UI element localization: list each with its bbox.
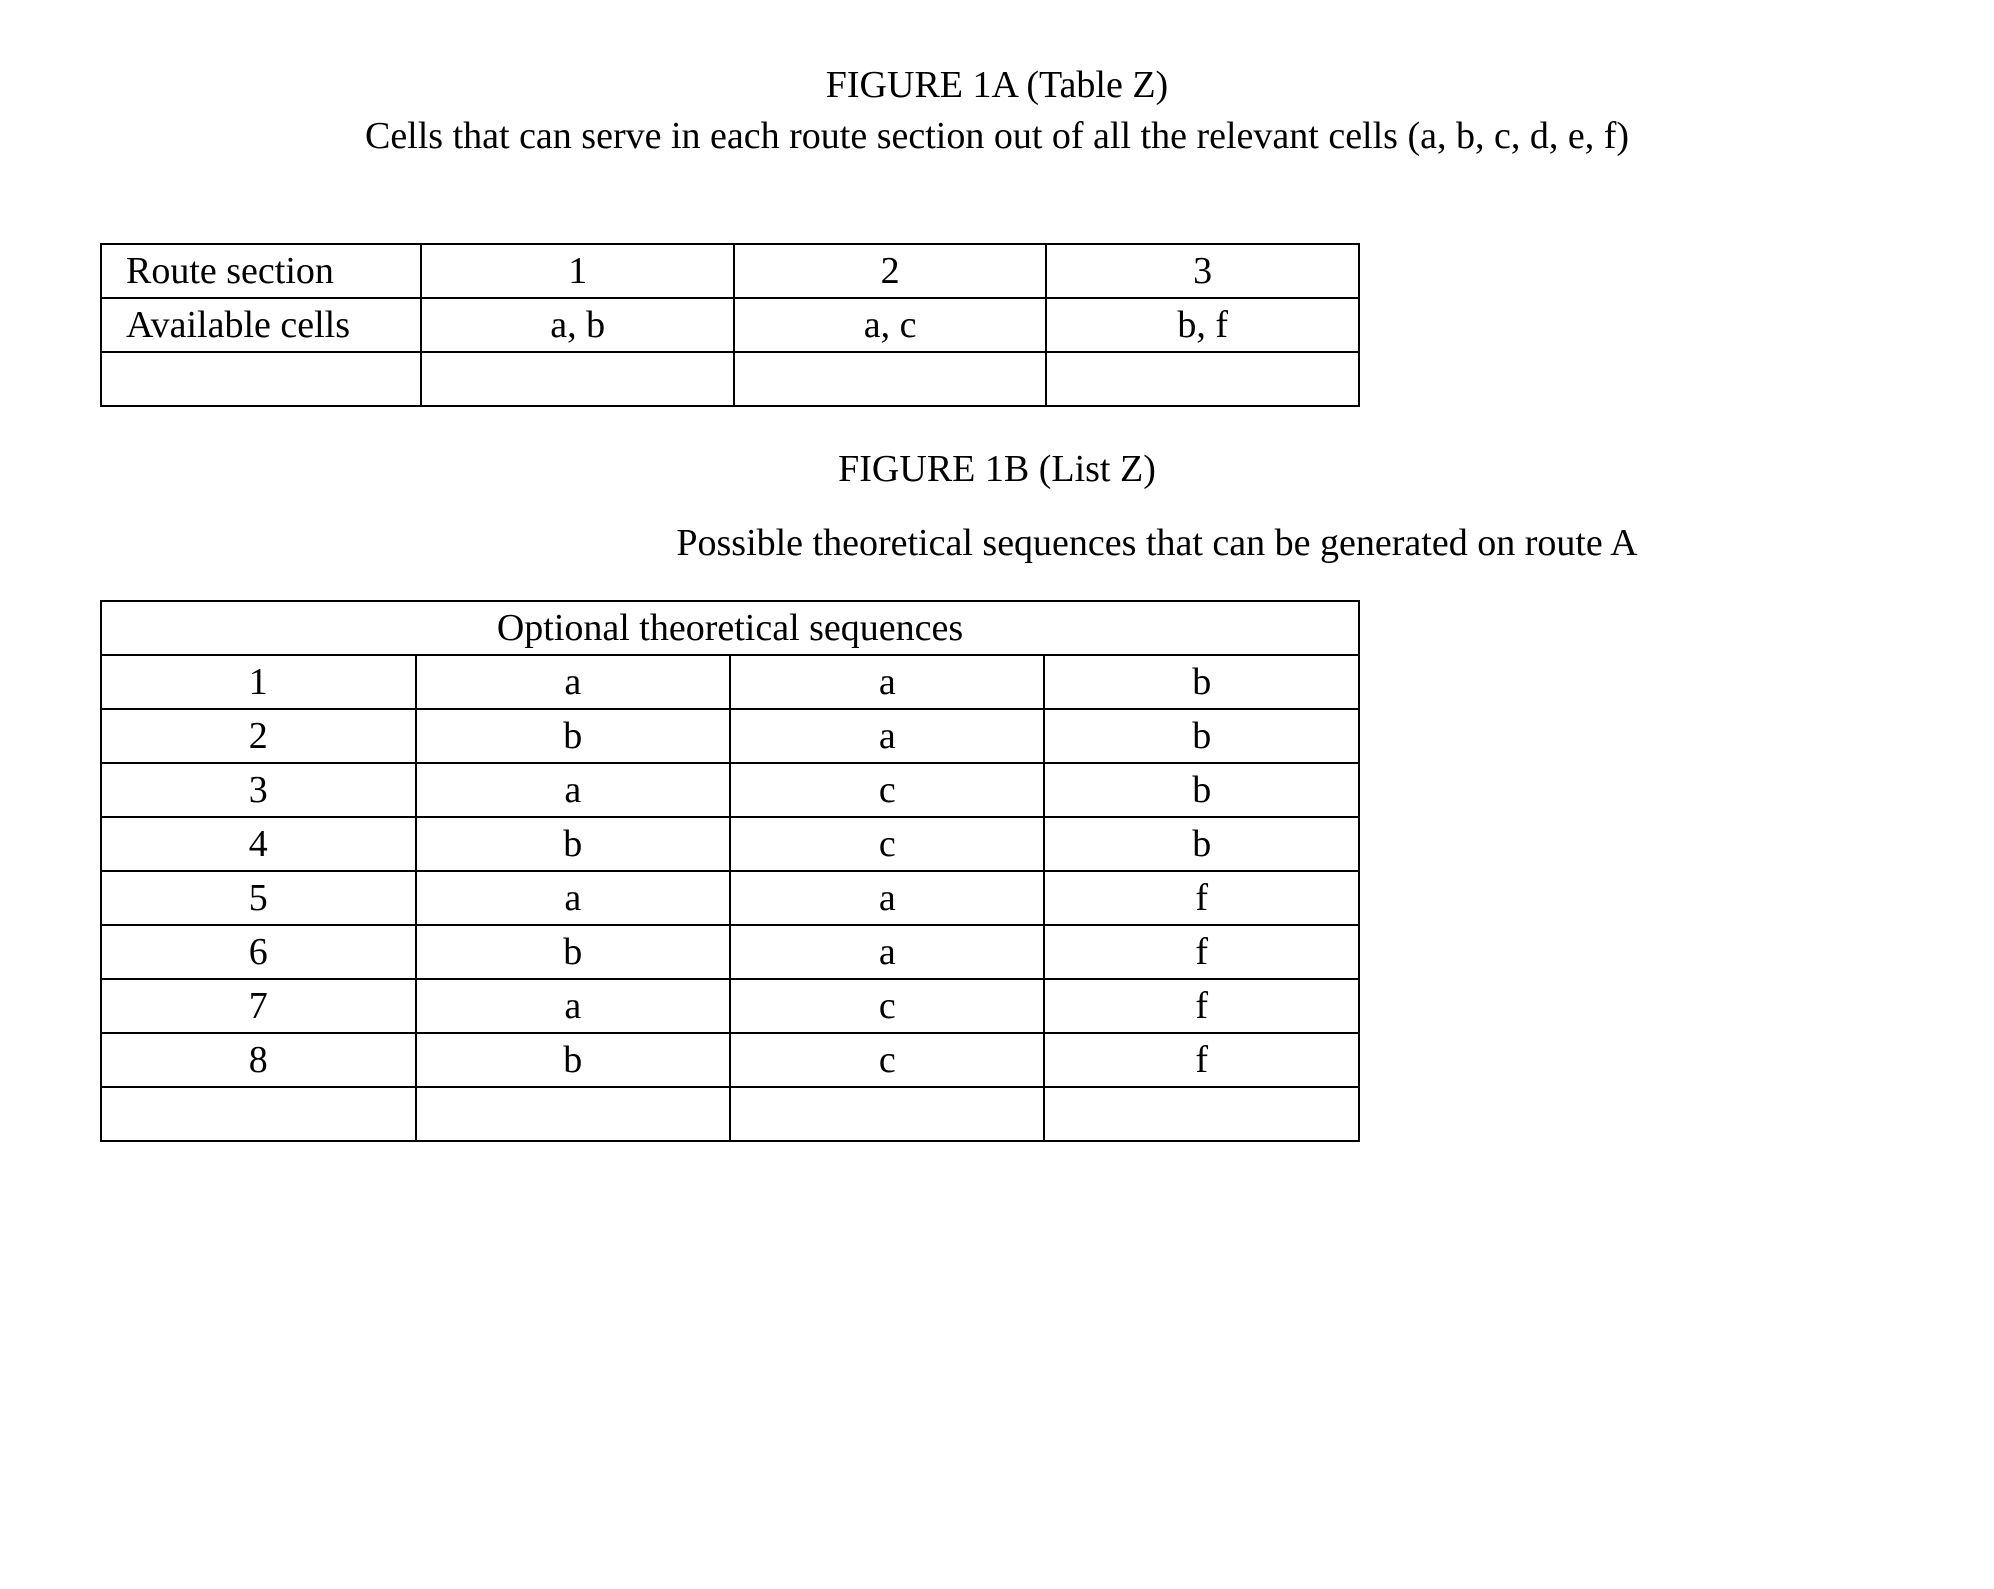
cell: b	[1044, 709, 1359, 763]
cell: b	[1044, 817, 1359, 871]
cell: b, f	[1046, 298, 1359, 352]
cell: f	[1044, 1033, 1359, 1087]
cell	[416, 1087, 731, 1141]
cell: a	[416, 871, 731, 925]
cell	[730, 1087, 1044, 1141]
cell	[101, 1087, 416, 1141]
cell: a	[730, 709, 1044, 763]
cell: 7	[101, 979, 416, 1033]
cell: b	[416, 925, 731, 979]
list-z: Optional theoretical sequences 1 a a b 2…	[100, 600, 1360, 1142]
cell: b	[416, 709, 731, 763]
table-row: 3 a c b	[101, 763, 1359, 817]
figure-b-title: FIGURE 1B (List Z)	[100, 447, 1894, 491]
cell: a	[730, 655, 1044, 709]
cell: 6	[101, 925, 416, 979]
cell: a, c	[734, 298, 1046, 352]
cell-label	[101, 352, 421, 406]
cell: a, b	[421, 298, 733, 352]
cell: 2	[734, 244, 1046, 298]
table-row	[101, 352, 1359, 406]
cell	[1046, 352, 1359, 406]
table-header: Optional theoretical sequences	[101, 601, 1359, 655]
cell: c	[730, 817, 1044, 871]
table-row: 8 b c f	[101, 1033, 1359, 1087]
cell: a	[730, 871, 1044, 925]
table-row: 6 b a f	[101, 925, 1359, 979]
cell: 2	[101, 709, 416, 763]
cell: 1	[101, 655, 416, 709]
cell: 8	[101, 1033, 416, 1087]
cell: c	[730, 1033, 1044, 1087]
cell-label: Route section	[101, 244, 421, 298]
table-row: Route section 1 2 3	[101, 244, 1359, 298]
cell: 1	[421, 244, 733, 298]
table-row: 1 a a b	[101, 655, 1359, 709]
table-row: Available cells a, b a, c b, f	[101, 298, 1359, 352]
table-row: 5 a a f	[101, 871, 1359, 925]
table-z: Route section 1 2 3 Available cells a, b…	[100, 243, 1360, 407]
cell: b	[1044, 763, 1359, 817]
table-row: 4 b c b	[101, 817, 1359, 871]
cell	[1044, 1087, 1359, 1141]
figure-a-subtitle: Cells that can serve in each route secti…	[100, 111, 1894, 162]
cell: a	[416, 763, 731, 817]
cell: 5	[101, 871, 416, 925]
cell: 4	[101, 817, 416, 871]
cell: a	[416, 655, 731, 709]
cell: b	[1044, 655, 1359, 709]
cell-label: Available cells	[101, 298, 421, 352]
cell: a	[730, 925, 1044, 979]
table-header-row: Optional theoretical sequences	[101, 601, 1359, 655]
cell: f	[1044, 925, 1359, 979]
cell	[421, 352, 733, 406]
cell: f	[1044, 871, 1359, 925]
cell	[734, 352, 1046, 406]
table-row: 7 a c f	[101, 979, 1359, 1033]
table-row: 2 b a b	[101, 709, 1359, 763]
figure-a-title: FIGURE 1A (Table Z)	[100, 60, 1894, 111]
cell: b	[416, 817, 731, 871]
cell: b	[416, 1033, 731, 1087]
table-row	[101, 1087, 1359, 1141]
cell: a	[416, 979, 731, 1033]
cell: c	[730, 979, 1044, 1033]
cell: 3	[1046, 244, 1359, 298]
cell: 3	[101, 763, 416, 817]
cell: c	[730, 763, 1044, 817]
cell: f	[1044, 979, 1359, 1033]
figure-b-subtitle: Possible theoretical sequences that can …	[420, 521, 1894, 565]
